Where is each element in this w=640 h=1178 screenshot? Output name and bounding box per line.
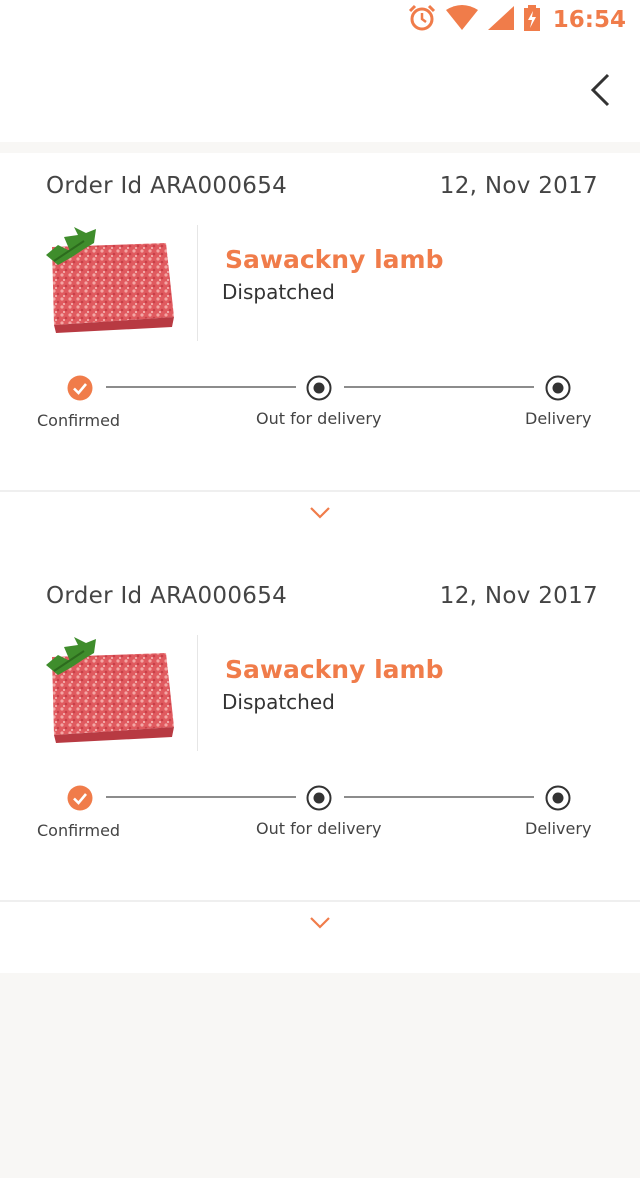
step-label-confirmed: Confirmed xyxy=(37,411,121,430)
status-icons: 16:54 xyxy=(407,4,626,36)
order-date: 12, Nov 2017 xyxy=(439,583,598,609)
expand-button[interactable] xyxy=(300,911,340,935)
chevron-left-icon xyxy=(590,73,610,107)
card-divider xyxy=(0,900,640,902)
order-card: Order Id ARA000654 12, Nov 2017 Sawackny… xyxy=(0,563,640,973)
tracker-line xyxy=(344,796,534,798)
status-time: 16:54 xyxy=(552,7,626,33)
header xyxy=(0,40,640,142)
card-divider xyxy=(0,490,640,492)
alarm-icon xyxy=(407,4,437,36)
check-circle-icon xyxy=(67,375,93,401)
radio-dot-icon xyxy=(545,375,571,401)
product-status: Dispatched xyxy=(222,280,335,304)
chevron-down-icon xyxy=(310,507,330,519)
radio-dot-icon xyxy=(545,785,571,811)
order-id: Order Id ARA000654 xyxy=(46,173,288,199)
tracker-line xyxy=(106,386,296,388)
back-button[interactable] xyxy=(582,70,618,110)
divider xyxy=(197,635,198,751)
product-status: Dispatched xyxy=(222,690,335,714)
status-bar: 16:54 xyxy=(0,0,640,40)
minced-meat-image xyxy=(44,635,178,745)
step-label-out-for-delivery: Out for delivery xyxy=(256,819,382,838)
step-label-delivery: Delivery xyxy=(525,819,592,838)
radio-dot-icon xyxy=(306,375,332,401)
wifi-icon xyxy=(445,5,479,35)
product-name: Sawackny lamb xyxy=(225,245,444,274)
tracker-line xyxy=(344,386,534,388)
divider xyxy=(197,225,198,341)
product-name: Sawackny lamb xyxy=(225,655,444,684)
step-label-out-for-delivery: Out for delivery xyxy=(256,409,382,428)
chevron-down-icon xyxy=(310,917,330,929)
battery-charging-icon xyxy=(523,4,541,36)
order-id: Order Id ARA000654 xyxy=(46,583,288,609)
tracker-line xyxy=(106,796,296,798)
check-circle-icon xyxy=(67,785,93,811)
expand-button[interactable] xyxy=(300,501,340,525)
order-tracker: Confirmed Out for delivery Delivery xyxy=(0,373,640,443)
order-tracker: Confirmed Out for delivery Delivery xyxy=(0,783,640,853)
signal-icon xyxy=(487,5,515,35)
radio-dot-icon xyxy=(306,785,332,811)
order-date: 12, Nov 2017 xyxy=(439,173,598,199)
minced-meat-image xyxy=(44,225,178,335)
step-label-confirmed: Confirmed xyxy=(37,821,121,840)
step-label-delivery: Delivery xyxy=(525,409,592,428)
order-card: Order Id ARA000654 12, Nov 2017 Sawackny… xyxy=(0,153,640,563)
